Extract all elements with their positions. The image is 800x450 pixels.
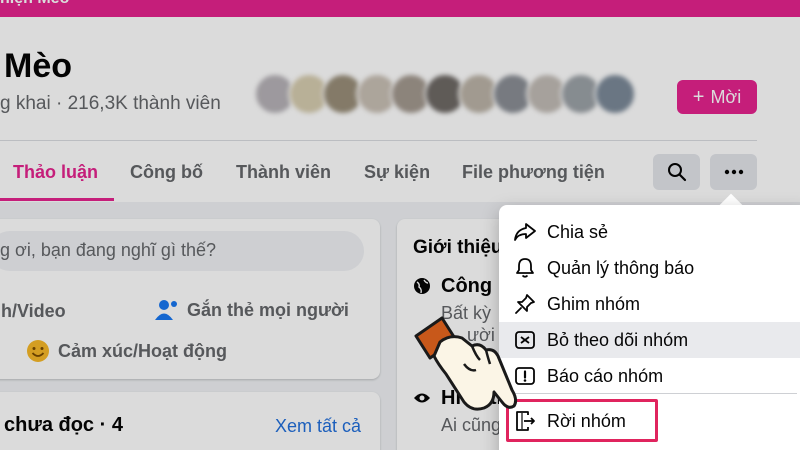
menu-label-share: Chia sẻ — [547, 221, 609, 242]
menu-label-unfollow-group: Bỏ theo dõi nhóm — [547, 329, 689, 350]
menu-label-report-group: Báo cáo nhóm — [547, 365, 664, 386]
menu-label-manage-notifications: Quản lý thông báo — [547, 257, 695, 278]
bell-icon — [513, 256, 537, 280]
pointing-hand-icon — [414, 316, 518, 411]
menu-item-manage-notifications[interactable]: Quản lý thông báo — [499, 250, 800, 286]
menu-item-report-group[interactable]: Báo cáo nhóm — [499, 358, 800, 394]
menu-item-unfollow-group[interactable]: Bỏ theo dõi nhóm — [499, 322, 800, 358]
share-icon — [513, 220, 537, 244]
menu-item-pin-group[interactable]: Ghim nhóm — [499, 286, 800, 322]
menu-item-share[interactable]: Chia sẻ — [499, 214, 800, 250]
menu-divider — [511, 393, 797, 394]
menu-label-pin-group: Ghim nhóm — [547, 293, 641, 314]
